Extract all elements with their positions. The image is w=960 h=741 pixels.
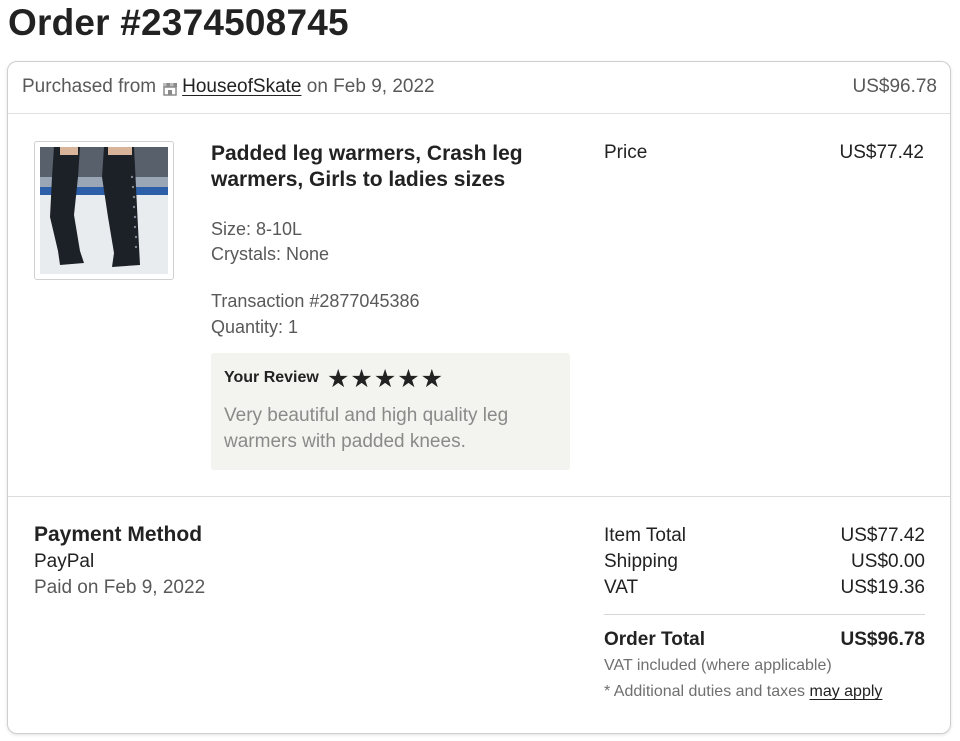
vat-value: US$19.36	[840, 577, 925, 598]
order-card: Purchased from HouseofSkate on Feb 9, 202…	[7, 61, 951, 734]
order-header: Purchased from HouseofSkate on Feb 9, 202…	[8, 62, 950, 114]
purchased-from-label: Purchased from	[22, 76, 157, 97]
vat-note: VAT included (where applicable)	[604, 657, 832, 674]
purchase-date: on Feb 9, 2022	[306, 76, 435, 97]
duty-note: * Additional duties and taxes may apply	[604, 683, 882, 701]
review-panel: Your Review ★★★★★ Very beautiful and hig…	[211, 353, 570, 470]
header-order-total: US$96.78	[852, 76, 937, 97]
price-label: Price	[604, 142, 648, 163]
shipping-label: Shipping	[604, 551, 678, 572]
order-item: Padded leg warmers, Crash leg warmers, G…	[8, 114, 950, 497]
review-text: Very beautiful and high quality leg warm…	[224, 405, 509, 452]
quantity: Quantity: 1	[211, 317, 299, 337]
item-total-label: Item Total	[604, 525, 687, 546]
shop-name-link[interactable]: HouseofSkate	[182, 76, 301, 97]
payment-method-name: PayPal	[34, 551, 95, 572]
product-title-link[interactable]: Padded leg warmers, Crash leg warmers, G…	[211, 141, 551, 193]
order-total-label: Order Total	[604, 629, 705, 650]
payment-date: Paid on Feb 9, 2022	[34, 577, 206, 598]
payment-method-title: Payment Method	[34, 523, 203, 546]
may-apply-link[interactable]: may apply	[809, 683, 882, 700]
review-label: Your Review	[224, 369, 319, 386]
price-value: US$77.42	[839, 142, 924, 163]
variation-crystals: Crystals: None	[211, 244, 330, 264]
product-image-link[interactable]	[34, 141, 174, 280]
order-total-value: US$96.78	[840, 629, 925, 650]
item-total-value: US$77.42	[840, 525, 925, 546]
product-photo-icon	[40, 147, 168, 274]
star-rating-icon: ★★★★★	[327, 365, 445, 393]
variation-size: Size: 8-10L	[211, 219, 303, 239]
duty-note-text: * Additional duties and taxes	[604, 683, 806, 700]
purchase-info: Purchased from HouseofSkate on Feb 9, 202…	[22, 76, 435, 98]
vat-label: VAT	[604, 577, 639, 598]
transaction-number: Transaction #2877045386	[211, 291, 420, 311]
summary-divider	[604, 614, 925, 615]
shop-storefront-icon	[162, 80, 178, 96]
order-title: Order #2374508745	[8, 2, 349, 43]
shipping-value: US$0.00	[851, 551, 925, 572]
